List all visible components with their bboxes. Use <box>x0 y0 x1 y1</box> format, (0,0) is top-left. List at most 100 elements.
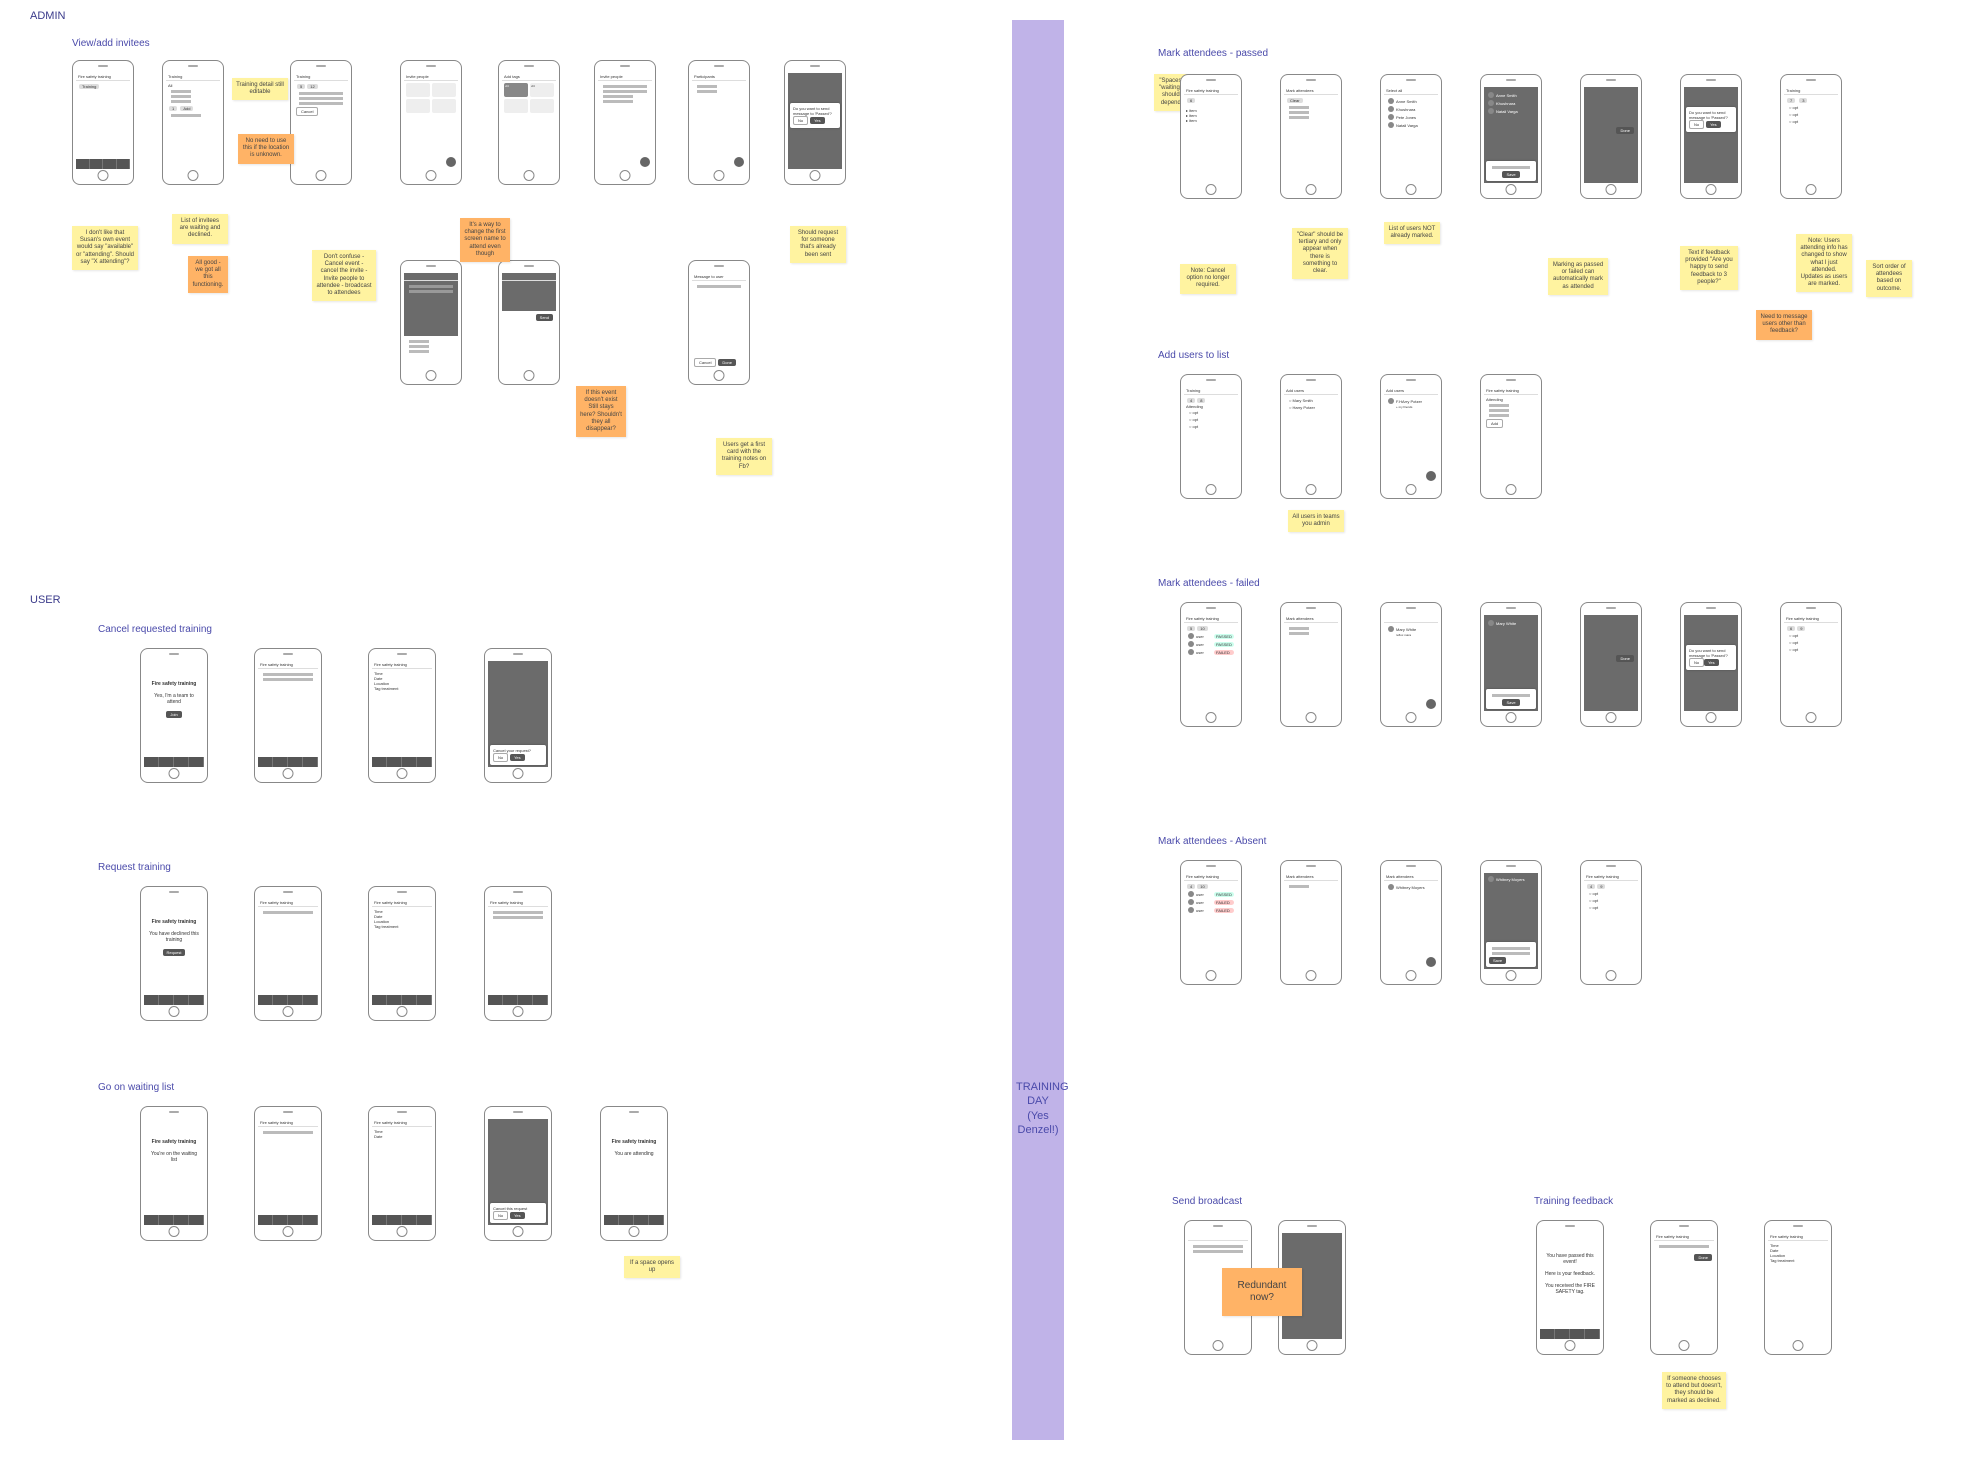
user[interactable]: Mary White <box>1396 627 1434 632</box>
sticky-feedback-text: Text if feedback provided "Are you happy… <box>1680 246 1738 290</box>
titlebar: Mark attendees <box>1284 87 1338 95</box>
attend-button[interactable]: Join <box>166 711 181 718</box>
wait-phone-5: Fire safety training You are attending <box>600 1106 668 1241</box>
sticky-no-need: No need to use this if the location is u… <box>238 134 294 164</box>
body: Fire safety training You're on the waiti… <box>144 1119 204 1169</box>
passed-phone-5: Done <box>1580 74 1642 199</box>
yes-button[interactable]: Yes <box>1706 121 1721 128</box>
admin-phone-detail1 <box>400 260 462 385</box>
user[interactable]: Natali Varga <box>1396 123 1434 128</box>
user[interactable]: Pete Jones <box>1396 115 1434 120</box>
failed-phone-6: Do you want to send message to 'Passed'?… <box>1680 602 1742 727</box>
failed-phone-3: Mary Whitereflux mara <box>1380 602 1442 727</box>
user-radio[interactable]: Mary Smith <box>1286 397 1336 404</box>
request-button[interactable]: Request <box>163 949 186 956</box>
titlebar: Training <box>1184 387 1238 395</box>
fab[interactable] <box>1426 471 1436 481</box>
mark-failed-label: Mark attendees - failed <box>1158 578 1260 589</box>
cancel-button[interactable]: Cancel <box>296 107 318 116</box>
chip: Add <box>180 106 193 111</box>
failed-phone-5: Done <box>1580 602 1642 727</box>
passed-phone-4: Anne Smith Khushnara Natali Varga Save <box>1480 74 1542 199</box>
user[interactable]: Whitney Moyers <box>1396 885 1434 890</box>
waiting-flow-label: Go on waiting list <box>98 1082 174 1093</box>
failed-phone-2: Mark attendees <box>1280 602 1342 727</box>
admin-phone-invite2: Invite people <box>594 60 656 185</box>
row[interactable]: ▸ item <box>1186 118 1236 123</box>
user[interactable]: Anne Smith <box>1396 99 1434 104</box>
radio[interactable]: opt <box>1786 118 1836 125</box>
titlebar: Fire safety training <box>372 899 432 907</box>
radio[interactable]: opt <box>1786 111 1836 118</box>
passed-phone-7: Training 7 3 opt opt opt <box>1780 74 1842 199</box>
cancel-button[interactable]: Cancel <box>694 358 716 367</box>
tab[interactable]: All <box>168 83 218 88</box>
radio[interactable]: opt <box>1186 416 1236 423</box>
sticky-cancel-op: Note: Cancel option no longer required. <box>1180 264 1236 294</box>
button[interactable]: Add <box>1486 419 1503 428</box>
radio[interactable]: opt <box>1186 409 1236 416</box>
sticky-dont-confuse: Don't confuse - Cancel event - cancel th… <box>312 250 376 301</box>
confirm-text: Do you want to send message to 'Passed'? <box>793 106 837 116</box>
pass-pill: PASSED <box>1214 634 1234 639</box>
admin-phone-2: Training All 1 Add <box>162 60 224 185</box>
done-button[interactable]: Done <box>718 359 736 366</box>
yes-button[interactable]: Yes <box>810 117 825 124</box>
user[interactable]: Khushnara <box>1396 107 1434 112</box>
no-button[interactable]: No <box>1689 120 1704 129</box>
adduser-phone-3: Add users F.HArry Potzer + my friends <box>1380 374 1442 499</box>
yes-button[interactable]: Yes <box>510 754 525 761</box>
sticky-all-users-admin: All users in teams you admin <box>1288 510 1344 532</box>
save[interactable]: Save <box>1502 699 1519 706</box>
user-section-label: USER <box>30 594 61 606</box>
failed-phone-1: Fire safety training 510 userPASSED user… <box>1180 602 1242 727</box>
fab[interactable] <box>1426 699 1436 709</box>
send-button[interactable]: Send <box>536 314 553 321</box>
titlebar: Invite people <box>404 73 458 81</box>
titlebar: Fire safety training <box>1484 387 1538 395</box>
feedback-phone-1: You have passed this event! Here is your… <box>1536 1220 1604 1355</box>
request-phone-2: Fire safety training <box>254 886 322 1021</box>
mark-passed-label: Mark attendees - passed <box>1158 48 1268 59</box>
admin-phone-message: Send <box>498 260 560 385</box>
titlebar: Fire safety training <box>372 1119 432 1127</box>
chip: 7 <box>1787 98 1795 103</box>
titlebar: Fire safety training <box>1184 615 1238 623</box>
broadcast-label: Send broadcast <box>1172 1196 1242 1207</box>
heading: Attending <box>1486 397 1536 402</box>
admin-phone-tags: Add tags virt virt <box>498 60 560 185</box>
row: Date <box>374 1134 430 1139</box>
chip: 8 <box>1197 398 1205 403</box>
admin-phone-invite: Invite people <box>400 60 462 185</box>
radio[interactable]: opt <box>1186 423 1236 430</box>
user-radio[interactable]: Harry Potzer <box>1286 404 1336 411</box>
titlebar: Training <box>166 73 220 81</box>
sticky-all-good: All good - we got all this functioning. <box>188 256 228 293</box>
tag-selected[interactable]: virt <box>504 83 528 97</box>
no-button[interactable]: No <box>493 1211 508 1220</box>
radio[interactable]: opt <box>1786 104 1836 111</box>
tag[interactable]: virt <box>530 83 554 97</box>
no-button[interactable]: No <box>493 753 508 762</box>
failed-phone-4: Mary White Save <box>1480 602 1542 727</box>
admin-phone-3: Training 512 Cancel <box>290 60 352 185</box>
feedback-label: Training feedback <box>1534 1196 1613 1207</box>
fab[interactable] <box>640 157 650 167</box>
fab-add[interactable] <box>446 157 456 167</box>
grid-item[interactable] <box>406 83 430 97</box>
clear-chip[interactable]: Clear <box>1287 98 1303 103</box>
cancel-phone-4: Cancel your request? No Yes <box>484 648 552 783</box>
titlebar: Participants <box>692 73 746 81</box>
no-button[interactable]: No <box>793 116 808 125</box>
user[interactable]: F.HArry Potzer <box>1396 399 1434 404</box>
request-phone-4: Fire safety training <box>484 886 552 1021</box>
fab[interactable] <box>734 157 744 167</box>
yes-button[interactable]: Yes <box>510 1212 525 1219</box>
chip: 3 <box>1799 98 1807 103</box>
sticky-first-card: Users get a first card with the training… <box>716 438 772 475</box>
fab[interactable] <box>1426 957 1436 967</box>
done-button[interactable]: Done <box>1616 127 1634 134</box>
feedback-phone-3: Fire safety training Time Date Location … <box>1764 1220 1832 1355</box>
save-button[interactable]: Save <box>1502 171 1519 178</box>
done[interactable]: Done <box>1616 655 1634 662</box>
